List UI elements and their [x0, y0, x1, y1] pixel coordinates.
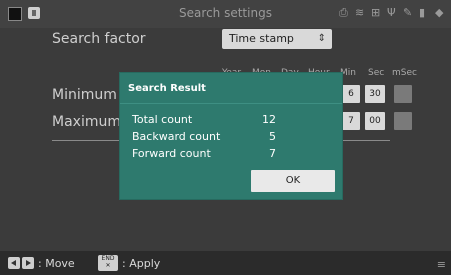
search-factor-label: Search factor: [52, 31, 146, 47]
end-key-label: END: [101, 255, 115, 262]
forward-count-value: 7: [269, 147, 276, 160]
min-second-field[interactable]: 30: [365, 85, 385, 103]
title-bar: Search settings ⎙ ≋ ⊞ Ψ ✎ ▮ ◆: [0, 0, 451, 28]
search-factor-select[interactable]: Time stamp ⇕: [222, 29, 332, 49]
max-second-field[interactable]: 00: [365, 112, 385, 130]
print-icon: ⎙: [339, 6, 348, 19]
minimum-label: Minimum T: [52, 87, 130, 103]
min-msec-field[interactable]: [394, 85, 412, 103]
device-screen: Search settings ⎙ ≋ ⊞ Ψ ✎ ▮ ◆ Search fac…: [0, 0, 451, 275]
card-icon: ◆: [435, 6, 444, 19]
chevron-updown-icon: ⇕: [317, 33, 326, 44]
backward-count-value: 5: [269, 130, 276, 143]
pen-icon: ✎: [403, 6, 413, 19]
left-arrow-icon[interactable]: [8, 257, 20, 269]
wifi-icon: ≋: [355, 6, 365, 19]
right-arrow-icon[interactable]: [22, 257, 34, 269]
dialog-title: Search Result: [128, 83, 206, 94]
column-header-msec: mSec: [392, 68, 417, 78]
total-count-value: 12: [262, 113, 276, 126]
usb-icon: Ψ: [387, 6, 396, 19]
column-header-min: Min: [340, 68, 356, 78]
backward-count-label: Backward count: [132, 130, 221, 143]
ok-button[interactable]: OK: [251, 170, 335, 192]
bottom-bar: : Move END ✕ : Apply ≡: [0, 251, 451, 275]
search-factor-value: Time stamp: [229, 32, 294, 45]
max-minute-field[interactable]: 7: [342, 112, 360, 130]
network-icon: ⊞: [371, 6, 381, 19]
apply-hint: : Apply: [122, 257, 161, 270]
move-hint: : Move: [38, 257, 75, 270]
end-key-sub: ✕: [105, 262, 111, 269]
min-minute-field[interactable]: 6: [342, 85, 360, 103]
column-header-sec: Sec: [368, 68, 385, 78]
forward-count-label: Forward count: [132, 147, 211, 160]
dialog-divider: [120, 103, 342, 104]
search-result-dialog: Search Result Total count 12 Backward co…: [120, 73, 342, 199]
lock-icon: ▮: [419, 6, 426, 19]
end-key-icon[interactable]: END ✕: [98, 255, 118, 271]
menu-icon[interactable]: ≡: [437, 258, 446, 271]
total-count-label: Total count: [132, 113, 193, 126]
max-msec-field[interactable]: [394, 112, 412, 130]
